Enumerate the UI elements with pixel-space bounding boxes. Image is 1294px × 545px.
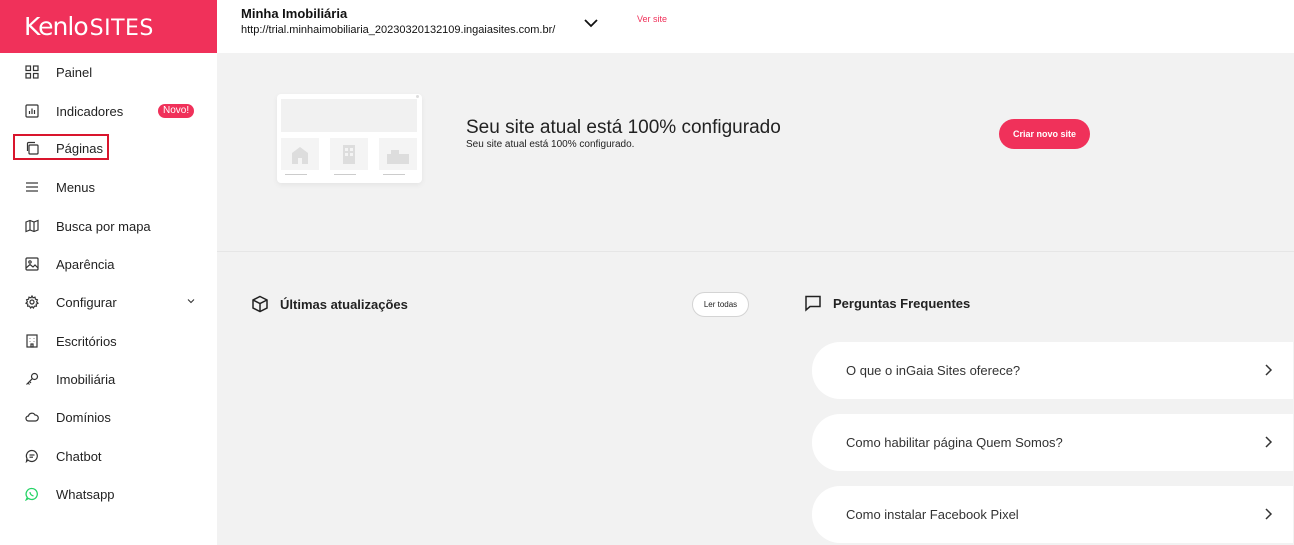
sidebar-item-dominios[interactable]: Domínios <box>0 402 217 432</box>
new-badge: Novo! <box>158 104 195 118</box>
key-icon <box>24 372 39 387</box>
menu-icon <box>24 180 39 195</box>
preview-banner <box>281 99 417 132</box>
chevron-right-icon <box>1265 364 1273 376</box>
sidebar-item-escritorios[interactable]: Escritórios <box>0 326 217 356</box>
preview-caption <box>334 174 356 175</box>
updates-heading: Últimas atualizações <box>251 295 408 313</box>
building-icon <box>24 334 39 349</box>
sidebar-item-label: Domínios <box>56 409 111 425</box>
sidebar-item-aparencia[interactable]: Aparência <box>0 249 217 279</box>
preview-dot <box>416 95 419 98</box>
chevron-down-icon[interactable] <box>583 16 599 30</box>
faq-title: Perguntas Frequentes <box>833 295 971 311</box>
preview-caption <box>383 174 405 175</box>
image-icon <box>24 257 39 272</box>
faq-item[interactable]: Como habilitar página Quem Somos? <box>812 414 1293 471</box>
cloud-icon <box>24 410 39 425</box>
sidebar-item-imobiliaria[interactable]: Imobiliária <box>0 364 217 394</box>
sidebar-item-label: Busca por mapa <box>56 218 151 234</box>
kenlo-sites-logo[interactable]: Kenlo SITES <box>24 12 154 41</box>
sidebar-item-label: Chatbot <box>56 448 102 464</box>
bar-chart-icon <box>24 104 39 119</box>
faq-question: Como instalar Facebook Pixel <box>846 507 1019 522</box>
hero-title: Seu site atual está 100% configurado <box>466 117 781 138</box>
sidebar-item-label: Escritórios <box>56 333 117 349</box>
logo-suffix: SITES <box>89 16 154 41</box>
sidebar-item-busca-mapa[interactable]: Busca por mapa <box>0 211 217 241</box>
chat-icon <box>24 449 39 464</box>
sidebar-item-label: Painel <box>56 64 93 80</box>
sidebar: Kenlo SITES Painel Indicadores Novo! Pági… <box>0 0 217 545</box>
chevron-down-icon[interactable] <box>186 296 196 306</box>
message-icon <box>805 295 821 312</box>
grid-icon <box>24 65 39 80</box>
updates-title: Últimas atualizações <box>280 296 408 312</box>
map-icon <box>24 219 39 234</box>
section-divider <box>217 251 1294 252</box>
whatsapp-icon <box>24 487 39 502</box>
commercial-icon <box>379 138 417 170</box>
site-name: Minha Imobiliária <box>241 6 348 21</box>
sidebar-item-label: Aparência <box>56 256 115 272</box>
sidebar-item-whatsapp[interactable]: Whatsapp <box>0 479 217 509</box>
sidebar-item-label: Menus <box>56 179 96 195</box>
faq-item[interactable]: Como instalar Facebook Pixel <box>812 486 1293 543</box>
chevron-right-icon <box>1265 436 1273 448</box>
sidebar-item-label: Indicadores <box>56 103 124 119</box>
sidebar-item-painel[interactable]: Painel <box>0 57 217 87</box>
gear-icon <box>24 295 39 310</box>
sidebar-item-label: Whatsapp <box>56 486 115 502</box>
faq-question: Como habilitar página Quem Somos? <box>846 435 1063 450</box>
sidebar-item-menus[interactable]: Menus <box>0 172 217 202</box>
hero-subtitle: Seu site atual está 100% configurado. <box>466 139 635 150</box>
box-icon <box>252 295 268 313</box>
preview-caption <box>285 174 307 175</box>
logo-main: Kenlo <box>24 12 89 41</box>
create-new-site-button[interactable]: Criar novo site <box>999 119 1090 149</box>
site-url: http://trial.minhaimobiliaria_2023032013… <box>241 24 556 36</box>
chevron-right-icon <box>1265 508 1273 520</box>
faq-item[interactable]: O que o inGaia Sites oferece? <box>812 342 1293 399</box>
apartment-icon <box>330 138 368 170</box>
faq-question: O que o inGaia Sites oferece? <box>846 363 1021 378</box>
site-preview-illustration <box>277 94 422 183</box>
view-site-link[interactable]: Ver site <box>637 14 667 24</box>
house-icon <box>281 138 319 170</box>
sidebar-item-configurar[interactable]: Configurar <box>0 287 217 317</box>
top-bar: Minha Imobiliária http://trial.minhaimob… <box>217 0 1294 53</box>
sidebar-item-label: Configurar <box>56 294 117 310</box>
faq-heading: Perguntas Frequentes <box>804 294 970 312</box>
selection-highlight <box>13 134 109 160</box>
sidebar-item-chatbot[interactable]: Chatbot <box>0 441 217 471</box>
brand-header: Kenlo SITES <box>0 0 217 53</box>
sidebar-item-label: Imobiliária <box>56 371 116 387</box>
read-all-button[interactable]: Ler todas <box>692 292 749 317</box>
sidebar-item-indicadores[interactable]: Indicadores Novo! <box>0 96 217 126</box>
